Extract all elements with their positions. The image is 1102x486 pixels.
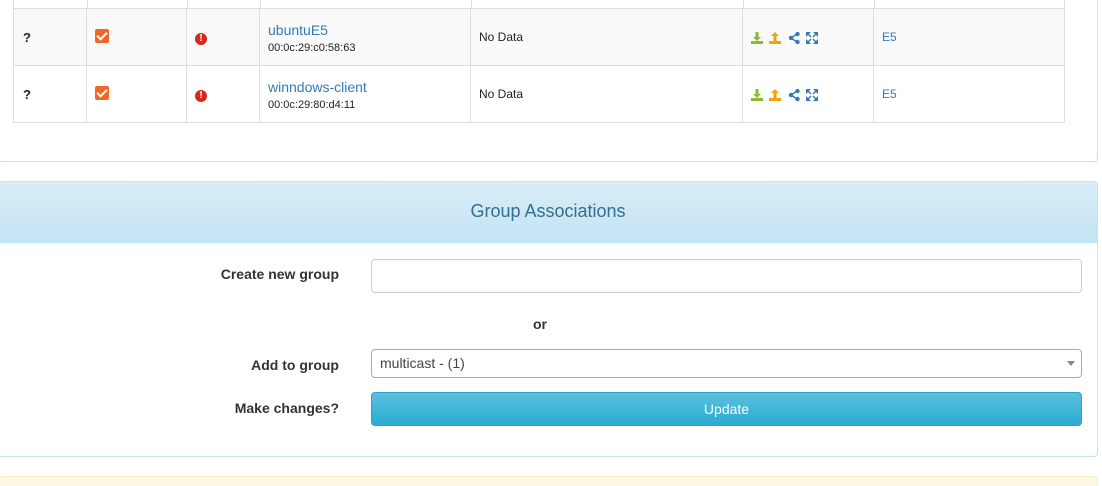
or-separator: or [533,316,547,332]
share-icon[interactable] [788,31,800,44]
upload-icon[interactable] [769,31,782,44]
host-image-link[interactable]: E5 [882,87,897,101]
add-group-label: Add to group [251,357,339,373]
exclamation-icon: ! [195,89,207,102]
host-name-link[interactable]: ubuntuE5 [268,21,470,39]
next-panel [0,476,1098,486]
download-icon[interactable] [751,88,763,101]
create-group-label: Create new group [220,266,339,282]
host-name-link[interactable]: winndows-client [268,78,470,96]
hosts-table: ? ! ubuntuE5 00:0c:29:c0:58:63 No Data E… [13,8,1065,123]
download-icon[interactable] [751,31,763,44]
expand-icon[interactable] [806,88,819,101]
update-button[interactable]: Update [371,392,1082,426]
select-checkbox[interactable] [95,85,109,100]
make-changes-label: Make changes? [234,400,339,416]
group-select[interactable]: multicast - (1) [371,349,1082,378]
table-row: ? ! ubuntuE5 00:0c:29:c0:58:63 No Data E… [13,8,1065,66]
group-associations-panel: Group Associations Create new group or A… [0,181,1098,457]
exclamation-icon: ! [195,32,207,45]
share-icon[interactable] [788,88,800,101]
host-mac: 00:0c:29:c0:58:63 [268,41,356,54]
host-status: ? [13,65,87,123]
upload-icon[interactable] [769,88,782,101]
host-data: No Data [479,30,524,44]
host-status: ? [13,8,87,66]
table-top-edge [13,0,1065,8]
hosts-panel: ? ! ubuntuE5 00:0c:29:c0:58:63 No Data E… [0,0,1098,162]
host-mac: 00:0c:29:80:d4:11 [268,98,356,111]
create-group-input[interactable] [371,259,1082,293]
panel-title: Group Associations [0,182,1097,243]
host-image-link[interactable]: E5 [882,30,897,44]
group-select-value: multicast - (1) [380,355,465,371]
table-row: ? ! winndows-client 00:0c:29:80:d4:11 No… [13,65,1065,123]
select-checkbox[interactable] [95,28,109,43]
expand-icon[interactable] [806,31,819,44]
host-data: No Data [479,87,524,101]
chevron-down-icon [1067,361,1075,366]
